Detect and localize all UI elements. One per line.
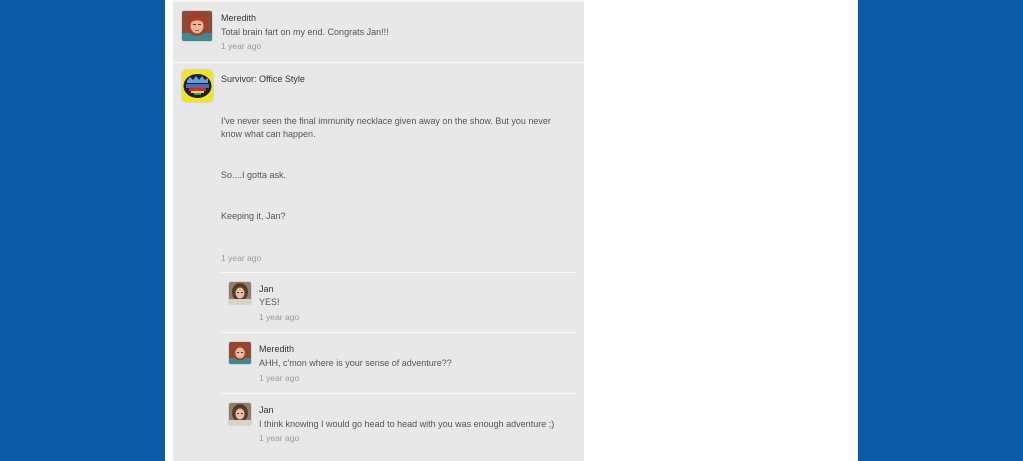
divider (221, 393, 576, 394)
comment-text-line: Keeping it, Jan? (221, 211, 286, 221)
comment-author[interactable]: Survivor: Office Style (221, 74, 305, 84)
brunette-woman-avatar-icon[interactable] (229, 282, 251, 304)
reply-author[interactable]: Meredith (259, 344, 294, 354)
comment-feed: Meredith Total brain fart on my end. Con… (173, 0, 584, 461)
reply-author[interactable]: Jan (259, 405, 274, 415)
comment-text-line: So....I gotta ask. (221, 170, 287, 180)
comment-timestamp[interactable]: 1 year ago (221, 253, 261, 263)
divider (221, 332, 576, 333)
comment-timestamp[interactable]: 1 year ago (221, 41, 261, 51)
reply-timestamp[interactable]: 1 year ago (259, 312, 299, 322)
survivor-logo-avatar-icon[interactable] (182, 70, 213, 102)
divider (173, 0, 584, 2)
comment-text-line: know what can happen. (221, 129, 316, 139)
page-content: Meredith Total brain fart on my end. Con… (165, 0, 858, 461)
comment-author[interactable]: Meredith (221, 13, 256, 23)
reply-text: AHH, c'mon where is your sense of advent… (259, 358, 452, 368)
reply-text: I think knowing I would go head to head … (259, 419, 555, 429)
brunette-woman-avatar-icon[interactable] (229, 403, 251, 425)
reply-text: YES! (259, 297, 280, 307)
reply-timestamp[interactable]: 1 year ago (259, 433, 299, 443)
redhead-woman-avatar-icon[interactable] (229, 342, 251, 364)
reply-timestamp[interactable]: 1 year ago (259, 373, 299, 383)
reply-author[interactable]: Jan (259, 284, 274, 294)
comment-text: Total brain fart on my end. Congrats Jan… (221, 27, 389, 37)
divider (221, 272, 576, 273)
redhead-woman-avatar-icon[interactable] (182, 11, 212, 41)
comment-text-line: I've never seen the final immunity neckl… (221, 116, 551, 126)
divider (173, 62, 584, 63)
